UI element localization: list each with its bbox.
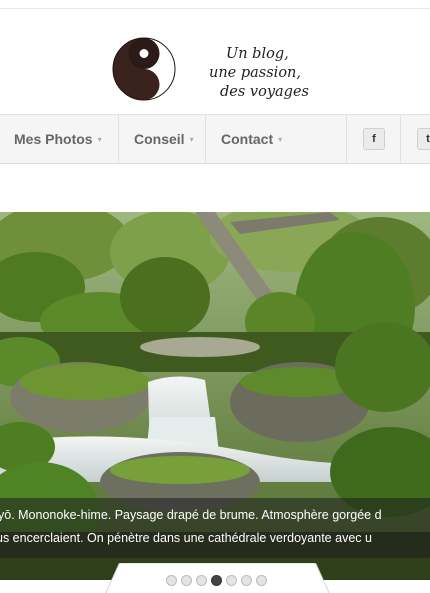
main-nav: Mes Photos ▾ Conseil ▾ Contact ▾ f t [0, 114, 430, 164]
slider-dot[interactable] [166, 575, 177, 586]
nav-item-conseil[interactable]: Conseil ▾ [134, 115, 194, 163]
nav-item-contact[interactable]: Contact ▾ [221, 115, 282, 163]
slider-dot[interactable] [211, 575, 222, 586]
nav-label: Conseil [134, 131, 185, 147]
site-header: Un blog, une passion, des voyages [0, 10, 430, 114]
facebook-icon[interactable]: f [363, 128, 385, 150]
caption-line-2: us encerclaient. On pénètre dans une cat… [0, 531, 372, 545]
tagline-line-1: Un blog, [226, 46, 289, 62]
caption-line-1: yō. Mononoke-hime. Paysage drapé de brum… [0, 508, 382, 522]
site-tagline: Un blog, une passion, des voyages [200, 45, 330, 102]
page: Un blog, une passion, des voyages Mes Ph… [0, 0, 430, 593]
slide-caption: yō. Mononoke-hime. Paysage drapé de brum… [0, 498, 430, 558]
nav-divider [346, 115, 347, 163]
chevron-down-icon: ▾ [97, 134, 102, 144]
image-slider[interactable]: yō. Mononoke-hime. Paysage drapé de brum… [0, 212, 430, 580]
twitter-icon[interactable]: t [417, 128, 430, 150]
top-divider [0, 8, 430, 9]
nav-item-mes-photos[interactable]: Mes Photos ▾ [14, 115, 102, 163]
slider-dot[interactable] [196, 575, 207, 586]
chevron-down-icon: ▾ [278, 134, 283, 144]
nav-divider [400, 115, 401, 163]
slider-dot[interactable] [181, 575, 192, 586]
tagline-line-3: des voyages [220, 84, 309, 100]
chevron-down-icon: ▾ [189, 134, 194, 144]
tagline-line-2: une passion, [209, 65, 301, 81]
slider-pagination [166, 575, 267, 586]
nav-divider [205, 115, 206, 163]
nav-label: Mes Photos [14, 131, 93, 147]
slider-dot[interactable] [226, 575, 237, 586]
nav-divider [118, 115, 119, 163]
nav-label: Contact [221, 131, 274, 147]
yin-yang-icon[interactable] [112, 37, 176, 101]
slider-dot[interactable] [256, 575, 267, 586]
slider-dot[interactable] [241, 575, 252, 586]
